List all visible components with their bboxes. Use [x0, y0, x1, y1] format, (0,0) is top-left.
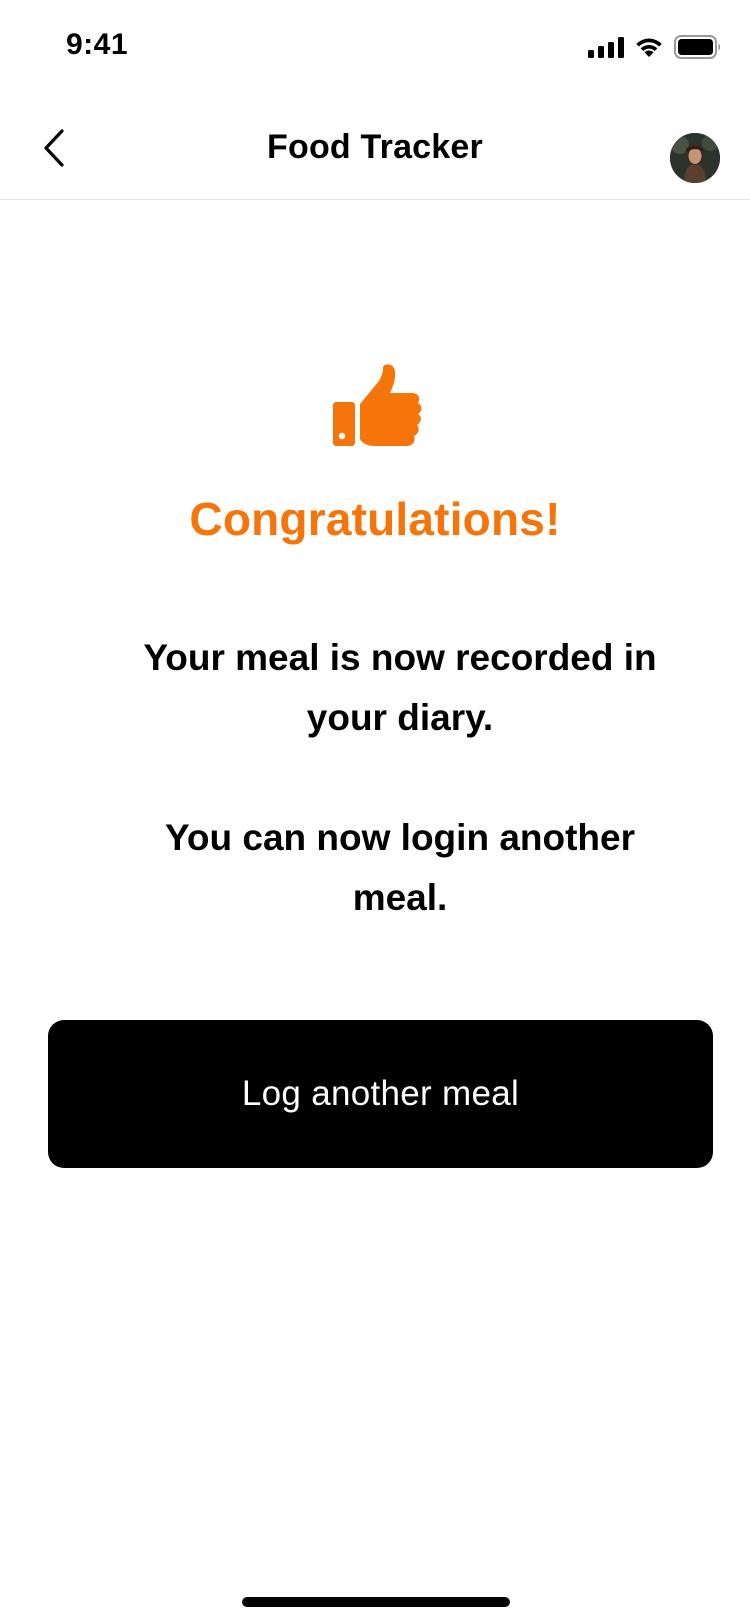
page-title: Food Tracker — [267, 127, 483, 166]
status-time: 9:41 — [66, 28, 129, 61]
avatar[interactable] — [670, 133, 720, 183]
thumbs-up-icon — [330, 364, 426, 456]
status-bar: 9:41 — [0, 0, 750, 94]
home-indicator — [242, 1597, 510, 1607]
next-meal-message: You can now login another meal. — [164, 817, 636, 918]
nav-bar: Food Tracker — [0, 94, 750, 200]
log-another-meal-button[interactable]: Log another meal — [48, 1020, 713, 1168]
back-button[interactable] — [30, 124, 78, 172]
congratulations-heading: Congratulations! — [189, 493, 561, 545]
signal-icon — [588, 36, 624, 58]
battery-icon — [674, 35, 722, 59]
status-icons — [588, 32, 722, 62]
chevron-left-icon — [44, 129, 64, 167]
recorded-message: Your meal is now recorded in your diary. — [143, 637, 657, 738]
app-screen: 9:41 Food Tracker Congratulations! Your … — [0, 0, 750, 1624]
wifi-icon — [634, 36, 664, 58]
